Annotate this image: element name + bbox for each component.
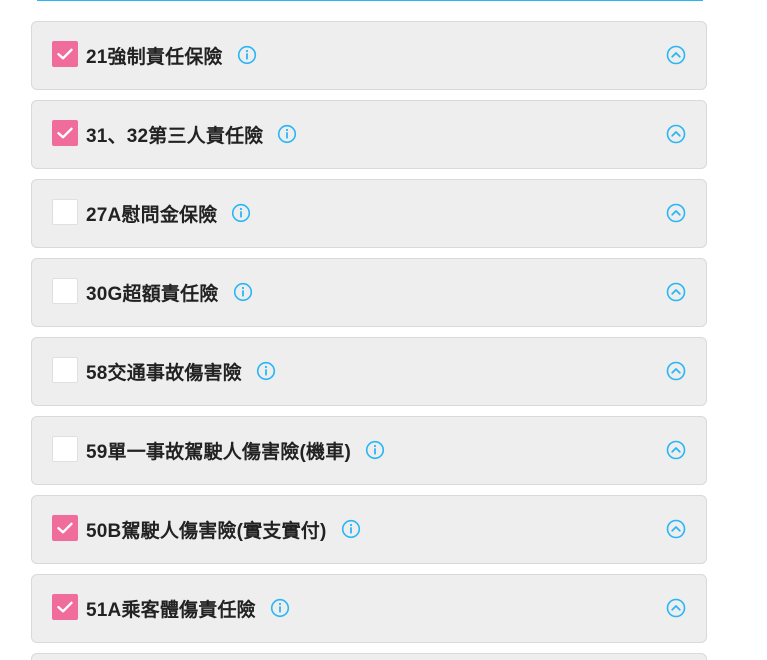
top-divider — [37, 0, 703, 1]
chevron-up-icon[interactable] — [666, 440, 686, 460]
checkbox[interactable] — [52, 41, 78, 67]
info-icon[interactable] — [277, 124, 297, 144]
insurance-card[interactable]: 51A乘客體傷責任險 — [31, 574, 707, 643]
info-icon[interactable] — [270, 598, 290, 618]
info-icon[interactable] — [231, 203, 251, 223]
chevron-up-icon[interactable] — [666, 124, 686, 144]
checkmark-icon — [57, 601, 73, 613]
insurance-title: 51A乘客體傷責任險 — [86, 599, 256, 621]
chevron-up-icon[interactable] — [666, 45, 686, 65]
insurance-card[interactable]: 31、32第三人責任險 — [31, 100, 707, 169]
info-icon[interactable] — [341, 519, 361, 539]
checkmark-icon — [57, 522, 73, 534]
chevron-up-icon[interactable] — [666, 361, 686, 381]
checkbox[interactable] — [52, 594, 78, 620]
insurance-title: 27A慰問金保險 — [86, 204, 218, 226]
chevron-up-icon[interactable] — [666, 519, 686, 539]
insurance-title: 21強制責任保險 — [86, 46, 223, 68]
insurance-title: 50B駕駛人傷害險(實支實付) — [86, 520, 327, 542]
checkbox[interactable] — [52, 120, 78, 146]
title-row: 31、32第三人責任險 — [86, 101, 297, 167]
checkbox[interactable] — [52, 199, 78, 225]
checkbox[interactable] — [52, 436, 78, 462]
insurance-card[interactable]: 27A慰問金保險 — [31, 179, 707, 248]
info-icon[interactable] — [256, 361, 276, 381]
title-row: 58交通事故傷害險 — [86, 338, 276, 404]
checkmark-icon — [57, 127, 73, 139]
title-row: 51A乘客體傷責任險 — [86, 575, 290, 641]
insurance-list: 21強制責任保險 31、32第三人責任險 27A慰問金保險 30G超額責任險 5… — [31, 21, 707, 660]
info-icon[interactable] — [365, 440, 385, 460]
title-row: 30G超額責任險 — [86, 259, 253, 325]
insurance-title: 58交通事故傷害險 — [86, 362, 242, 384]
title-row: 21強制責任保險 — [86, 22, 257, 88]
checkbox[interactable] — [52, 357, 78, 383]
chevron-up-icon[interactable] — [666, 203, 686, 223]
insurance-card-partial[interactable] — [31, 653, 707, 660]
insurance-card[interactable]: 50B駕駛人傷害險(實支實付) — [31, 495, 707, 564]
insurance-title: 59單一事故駕駛人傷害險(機車) — [86, 441, 351, 463]
title-row: 59單一事故駕駛人傷害險(機車) — [86, 417, 385, 483]
info-icon[interactable] — [233, 282, 253, 302]
title-row: 27A慰問金保險 — [86, 180, 251, 246]
insurance-card[interactable]: 30G超額責任險 — [31, 258, 707, 327]
insurance-card[interactable]: 58交通事故傷害險 — [31, 337, 707, 406]
insurance-title: 30G超額責任險 — [86, 283, 219, 305]
checkmark-icon — [57, 48, 73, 60]
chevron-up-icon[interactable] — [666, 598, 686, 618]
insurance-title: 31、32第三人責任險 — [86, 125, 264, 147]
title-row: 50B駕駛人傷害險(實支實付) — [86, 496, 361, 562]
insurance-card[interactable]: 59單一事故駕駛人傷害險(機車) — [31, 416, 707, 485]
insurance-card[interactable]: 21強制責任保險 — [31, 21, 707, 90]
checkbox[interactable] — [52, 278, 78, 304]
info-icon[interactable] — [237, 45, 257, 65]
insurance-selection-page: 21強制責任保險 31、32第三人責任險 27A慰問金保險 30G超額責任險 5… — [0, 0, 767, 660]
chevron-up-icon[interactable] — [666, 282, 686, 302]
checkbox[interactable] — [52, 515, 78, 541]
